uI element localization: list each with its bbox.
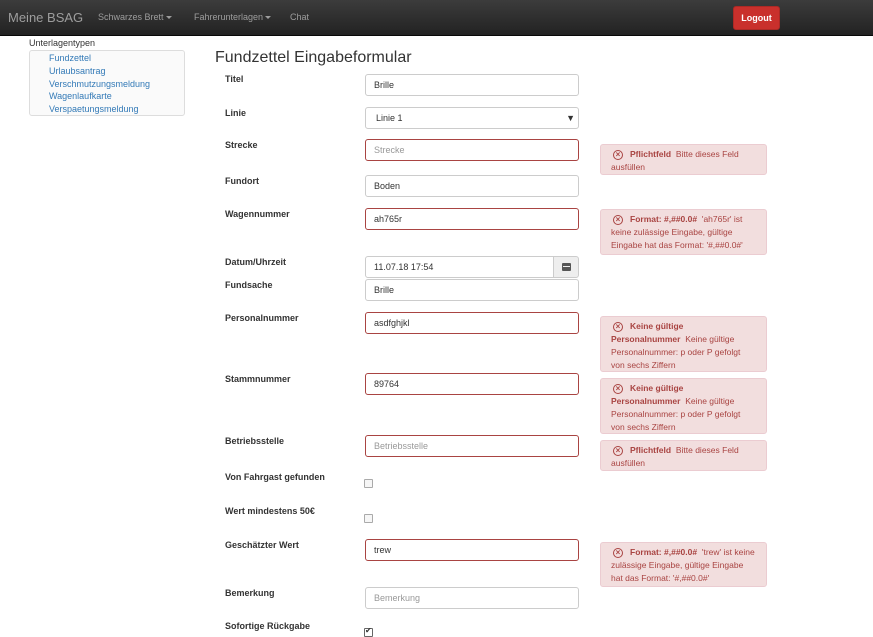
error-title: Pflichtfeld xyxy=(630,149,672,159)
linie-selected-value: Linie 1 xyxy=(376,113,403,123)
error-circle-icon: × xyxy=(613,149,623,160)
error-title: Format: #,##0.0# xyxy=(630,547,698,557)
error-circle-icon: × xyxy=(613,214,623,225)
nav-label: Fahrerunterlagen xyxy=(194,12,264,22)
calendar-button[interactable] xyxy=(553,256,579,278)
von-fahrgast-checkbox[interactable] xyxy=(364,479,373,488)
wert50-checkbox[interactable] xyxy=(364,514,373,523)
label-strecke: Strecke xyxy=(225,140,258,150)
sidebar-title: Unterlagentypen xyxy=(29,38,96,48)
personalnummer-error-alert: × Keine gültige Personalnummer Keine gült… xyxy=(600,316,767,372)
strecke-input[interactable]: Strecke xyxy=(365,139,579,161)
titel-input[interactable]: Brille xyxy=(365,74,579,96)
label-linie: Linie xyxy=(225,108,247,118)
fundort-input[interactable]: Boden xyxy=(365,175,579,197)
nav-schwarzes-brett[interactable]: Schwarzes Brett xyxy=(98,12,172,22)
bemerkung-input[interactable]: Bemerkung xyxy=(365,587,579,609)
error-circle-icon: × xyxy=(613,547,623,558)
betriebsstelle-input[interactable]: Betriebsstelle xyxy=(365,435,579,457)
nav-fahrerunterlagen[interactable]: Fahrerunterlagen xyxy=(194,12,272,22)
logout-button[interactable]: Logout xyxy=(733,6,780,30)
label-betriebsstelle: Betriebsstelle xyxy=(225,436,285,446)
label-personalnummer: Personalnummer xyxy=(225,313,299,323)
geschaetzter-wert-error-alert: × Format: #,##0.0# 'trew' ist keine zuläs… xyxy=(600,542,767,587)
geschaetzter-wert-input[interactable]: trew xyxy=(365,539,579,561)
label-fundort: Fundort xyxy=(225,176,259,186)
nav-label: Schwarzes Brett xyxy=(98,12,164,22)
stammnummer-input[interactable]: 89764 xyxy=(365,373,579,395)
error-circle-icon: × xyxy=(613,445,623,456)
wagennummer-input[interactable]: ah765r xyxy=(365,208,579,230)
sidebar-item-verschmutzungsmeldung[interactable]: Verschmutzungsmeldung xyxy=(49,79,150,89)
error-title: Pflichtfeld xyxy=(630,445,672,455)
calendar-icon xyxy=(562,263,571,271)
linie-select[interactable]: Linie 1 ▼ xyxy=(365,107,579,129)
nav-chat[interactable]: Chat xyxy=(290,12,309,22)
betriebsstelle-error-alert: × Pflichtfeld Bitte dieses Feld ausfüllen xyxy=(600,440,767,471)
label-von-fahrgast: Von Fahrgast gefunden xyxy=(225,472,325,482)
datum-input[interactable]: 11.07.18 17:54 xyxy=(365,256,554,278)
fundsache-input[interactable]: Brille xyxy=(365,279,579,301)
label-titel: Titel xyxy=(225,74,244,84)
label-datum: Datum/Uhrzeit xyxy=(225,257,287,267)
error-circle-icon: × xyxy=(613,383,623,394)
strecke-error-alert: × Pflichtfeld Bitte dieses Feld ausfüllen xyxy=(600,144,767,175)
label-bemerkung: Bemerkung xyxy=(225,588,275,598)
stammnummer-error-alert: × Keine gültige Personalnummer Keine gült… xyxy=(600,378,767,434)
sidebar-item-fundzettel[interactable]: Fundzettel xyxy=(49,53,91,63)
dropdown-arrow-icon: ▼ xyxy=(566,113,575,123)
label-geschaetzter-wert: Geschätzter Wert xyxy=(225,540,299,550)
label-wert50: Wert mindestens 50€ xyxy=(225,506,315,516)
label-sofortige-rueckgabe: Sofortige Rückgabe xyxy=(225,621,311,631)
wagennummer-error-alert: × Format: #,##0.0# 'ah765r' ist keine zul… xyxy=(600,209,767,255)
error-circle-icon: × xyxy=(613,321,623,332)
label-wagennummer: Wagennummer xyxy=(225,209,290,219)
personalnummer-input[interactable]: asdfghjkl xyxy=(365,312,579,334)
error-title: Format: #,##0.0# xyxy=(630,214,698,224)
caret-down-icon xyxy=(165,16,172,20)
sidebar-item-verspaetungsmeldung[interactable]: Verspaetungsmeldung xyxy=(49,104,139,114)
label-stammnummer: Stammnummer xyxy=(225,374,291,384)
caret-down-icon xyxy=(265,16,272,20)
label-fundsache: Fundsache xyxy=(225,280,273,290)
sidebar-item-wagenlaufkarte[interactable]: Wagenlaufkarte xyxy=(49,91,112,101)
top-navbar: Meine BSAG Schwarzes Brett Fahrerunterla… xyxy=(0,0,873,36)
brand-link[interactable]: Meine BSAG xyxy=(8,10,83,25)
sidebar-item-urlaubsantrag[interactable]: Urlaubsantrag xyxy=(49,66,106,76)
sidebar-list: Fundzettel Urlaubsantrag Verschmutzungsm… xyxy=(29,50,185,116)
page-title: Fundzettel Eingabeformular xyxy=(215,49,412,66)
